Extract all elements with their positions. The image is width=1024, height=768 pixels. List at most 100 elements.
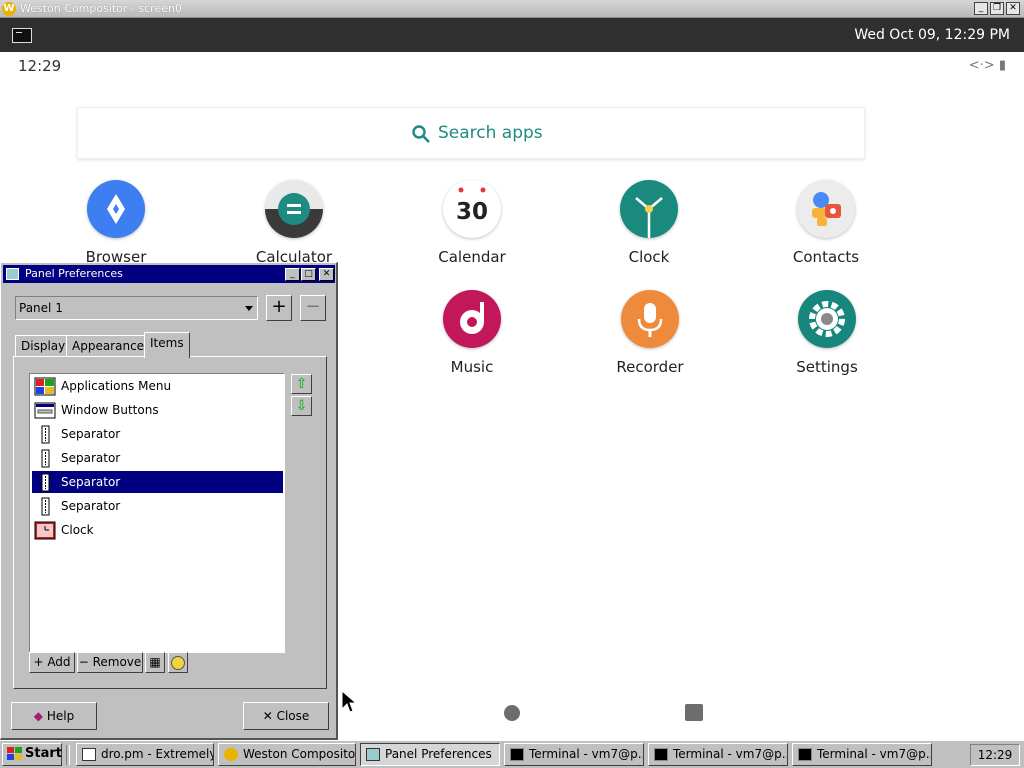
- app-label: Music: [450, 358, 494, 376]
- desktop: W Weston Compositor - screen0 _ ❐ ✕ Wed …: [0, 0, 1024, 768]
- taskbar-button[interactable]: Terminal - vm7@p...: [792, 743, 932, 766]
- weston-panel: Wed Oct 09, 12:29 PM: [0, 18, 1024, 52]
- search-apps-bar[interactable]: Search apps: [77, 107, 865, 159]
- window-title: Panel Preferences: [25, 267, 123, 280]
- panel-prefs-icon: [366, 748, 380, 761]
- clock-plugin-icon: [34, 521, 56, 540]
- panel-prefs-icon: [6, 268, 19, 280]
- list-item[interactable]: Applications Menu: [32, 375, 283, 397]
- list-item[interactable]: Clock: [32, 519, 283, 541]
- start-label: Start: [25, 746, 62, 761]
- move-up-button[interactable]: ⇧: [291, 374, 312, 394]
- app-label: Calendar: [438, 248, 506, 266]
- app-calendar[interactable]: 30 Calendar: [412, 180, 532, 266]
- app-label: Clock: [628, 248, 670, 266]
- taskbar-button[interactable]: dro.pm - Extremely ...: [76, 743, 214, 766]
- help-button[interactable]: ◆ Help: [11, 702, 97, 730]
- app-recorder[interactable]: Recorder: [590, 290, 710, 376]
- smiley-icon: [171, 656, 185, 670]
- weston-window-titlebar: W Weston Compositor - screen0 _ ❐ ✕: [0, 0, 1024, 18]
- close-button[interactable]: ✕ Close: [243, 702, 329, 730]
- status-bar-icons: <·> ▮: [968, 58, 1006, 73]
- close-icon[interactable]: ✕: [319, 268, 334, 281]
- terminal-icon: [654, 748, 668, 761]
- taskbar-clock[interactable]: 12:29: [970, 744, 1020, 766]
- music-icon: [443, 290, 501, 348]
- home-button[interactable]: [504, 705, 520, 721]
- close-x-icon: ✕: [262, 709, 277, 723]
- minimize-icon[interactable]: _: [285, 268, 300, 281]
- panel-select-value: Panel 1: [19, 301, 63, 315]
- taskbar-button-label: Panel Preferences: [385, 747, 492, 761]
- terminal-launcher-icon[interactable]: [12, 28, 32, 43]
- add-item-button[interactable]: + Add: [29, 652, 75, 673]
- list-item-selected[interactable]: Separator: [32, 471, 283, 493]
- tab-display[interactable]: Display: [15, 335, 72, 357]
- close-label: Close: [276, 709, 310, 723]
- restore-icon[interactable]: ❐: [990, 2, 1004, 15]
- calendar-date: 30: [456, 199, 488, 225]
- taskbar-button-label: Terminal - vm7@p...: [817, 747, 932, 761]
- taskbar-divider: [66, 745, 70, 765]
- list-item[interactable]: Window Buttons: [32, 399, 283, 421]
- applications-menu-icon: [34, 377, 56, 396]
- minimize-icon[interactable]: _: [974, 2, 988, 15]
- item-about-button[interactable]: [168, 652, 188, 673]
- recents-button[interactable]: [685, 704, 703, 721]
- chevron-down-icon: [245, 306, 253, 311]
- window-buttons-icon: [34, 401, 56, 420]
- taskbar-button-label: Terminal - vm7@p...: [673, 747, 788, 761]
- remove-item-label: Remove: [92, 655, 142, 669]
- list-item-label: Separator: [61, 499, 121, 513]
- taskbar-button[interactable]: Weston Composito...: [218, 743, 356, 766]
- taskbar-button-label: dro.pm - Extremely ...: [101, 747, 214, 761]
- separator-icon: [34, 473, 56, 492]
- add-panel-button[interactable]: +: [266, 295, 292, 321]
- terminal-icon: [798, 748, 812, 761]
- browser-window-icon: [82, 748, 96, 761]
- panel-select[interactable]: Panel 1: [15, 296, 258, 320]
- list-item[interactable]: Separator: [32, 447, 283, 469]
- item-properties-button[interactable]: ▦: [145, 652, 165, 673]
- list-item-label: Separator: [61, 451, 121, 465]
- panel-preferences-titlebar[interactable]: Panel Preferences _ □ ✕: [3, 265, 335, 283]
- taskbar-button[interactable]: Terminal - vm7@p...: [504, 743, 644, 766]
- tab-appearance[interactable]: Appearance: [66, 335, 151, 357]
- weston-window-title: Weston Compositor - screen0: [20, 2, 182, 15]
- app-contacts[interactable]: Contacts: [766, 180, 886, 266]
- calendar-icon: 30: [443, 180, 501, 238]
- app-music[interactable]: Music: [412, 290, 532, 376]
- start-button[interactable]: Start: [2, 743, 62, 766]
- app-label: Contacts: [792, 248, 860, 266]
- app-settings[interactable]: Settings: [767, 290, 887, 376]
- taskbar-button-active[interactable]: Panel Preferences: [360, 743, 500, 766]
- search-placeholder: Search apps: [438, 123, 543, 143]
- remove-panel-button[interactable]: −: [300, 295, 326, 321]
- maximize-icon[interactable]: □: [301, 268, 316, 281]
- remove-item-button[interactable]: − Remove: [77, 652, 143, 673]
- calculator-icon: [265, 180, 323, 238]
- panel-items-list[interactable]: Applications Menu Window Buttons Separat…: [29, 373, 285, 653]
- contacts-icon: [797, 180, 855, 238]
- properties-icon: ▦: [149, 655, 161, 669]
- plus-icon: +: [33, 655, 48, 669]
- list-item[interactable]: Separator: [32, 423, 283, 445]
- add-item-label: Add: [47, 655, 71, 669]
- tab-items[interactable]: Items: [144, 332, 190, 358]
- app-calculator[interactable]: Calculator: [234, 180, 354, 266]
- list-item-label: Separator: [61, 427, 121, 441]
- browser-icon: [87, 180, 145, 238]
- app-browser[interactable]: Browser: [56, 180, 176, 266]
- close-icon[interactable]: ✕: [1006, 2, 1020, 15]
- panel-preferences-window: Panel Preferences _ □ ✕ Panel 1 + − Disp…: [0, 262, 338, 740]
- list-item-label: Applications Menu: [61, 379, 172, 393]
- taskbar-button[interactable]: Terminal - vm7@p...: [648, 743, 788, 766]
- separator-icon: [34, 497, 56, 516]
- move-down-button[interactable]: ⇩: [291, 396, 312, 416]
- weston-icon: [224, 748, 238, 761]
- app-clock[interactable]: Clock: [589, 180, 709, 266]
- clock-icon: [620, 180, 678, 238]
- list-item[interactable]: Separator: [32, 495, 283, 517]
- settings-icon: [798, 290, 856, 348]
- taskbar: Start dro.pm - Extremely ... Weston Comp…: [0, 740, 1024, 768]
